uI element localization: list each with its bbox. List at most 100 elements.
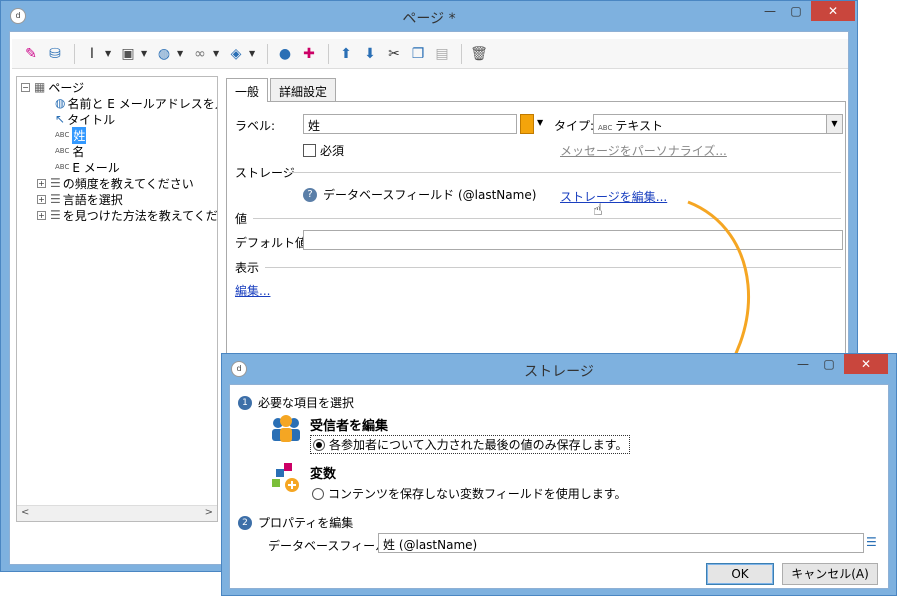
variable-icon: [270, 461, 302, 493]
maximize-button[interactable]: ▢: [783, 1, 809, 21]
step2-title: プロパティを編集: [258, 516, 354, 530]
main-titlebar: d ページ * — ▢ ✕: [1, 1, 857, 31]
tree-item[interactable]: ↖ タイトル: [55, 111, 115, 127]
expand-icon[interactable]: +: [37, 178, 46, 188]
storage-section-title: ストレージ: [235, 166, 295, 180]
add-item-icon[interactable]: ✚: [298, 43, 320, 65]
tree-item-selected[interactable]: ABC 姓: [55, 126, 87, 144]
tab-bar: 一般 詳細設定: [226, 78, 338, 102]
text-field-icon: ABC: [55, 163, 70, 171]
label-caption: ラベル:: [235, 119, 276, 133]
step-number: 2: [238, 515, 252, 530]
close-button[interactable]: ✕: [844, 354, 888, 374]
tab-advanced[interactable]: 詳細設定: [270, 78, 337, 102]
storage-field-text: データベースフィールド (@lastName): [323, 188, 537, 202]
shuffle-icon[interactable]: ✂: [383, 43, 405, 65]
display-section-title: 表示: [235, 261, 260, 275]
tab-general[interactable]: 一般: [226, 78, 269, 102]
tree-item-label: E メール: [72, 160, 120, 175]
close-button[interactable]: ✕: [811, 1, 855, 21]
tree-item-label: を見つけた方法を教えてください: [62, 208, 218, 223]
tree-item-label: 名前と E メールアドレスを入力: [67, 96, 217, 111]
edit-storage-link[interactable]: ストレージを編集...: [560, 188, 667, 205]
label-input[interactable]: 姓: [303, 114, 517, 134]
step2-header: 2 プロパティを編集: [238, 514, 353, 531]
minimize-button[interactable]: —: [757, 1, 783, 21]
tree-item[interactable]: + ☰ を見つけた方法を教えてください: [37, 207, 218, 223]
personalize-link[interactable]: メッセージをパーソナライズ...: [560, 142, 727, 159]
arrow-down-icon[interactable]: ⬇: [359, 43, 381, 65]
default-caption: デフォルト値:: [235, 236, 312, 250]
help-icon: ?: [303, 187, 317, 202]
minimize-button[interactable]: —: [790, 354, 816, 374]
chevron-down-icon[interactable]: ▼: [213, 49, 221, 58]
tree-item-label: 姓: [72, 126, 87, 144]
expand-icon[interactable]: +: [37, 194, 46, 204]
chevron-down-icon[interactable]: ▼: [249, 49, 257, 58]
toolbar-separator: [74, 43, 75, 64]
checkbox[interactable]: [303, 144, 316, 157]
horizontal-scrollbar[interactable]: < >: [17, 505, 217, 521]
window-title: ページ *: [402, 11, 456, 27]
tree-item[interactable]: + ☰ 言語を選択: [37, 191, 123, 207]
scroll-right-icon[interactable]: >: [205, 507, 213, 518]
tree-item-label: の頻度を教えてください: [62, 176, 194, 191]
page-icon: ▦: [34, 80, 46, 94]
expand-icon[interactable]: +: [37, 210, 46, 220]
dialog-body: 1 必要な項目を選択 受信者を編集 各参加者について入力された最後の値のみ保存し…: [229, 384, 889, 589]
tree-item-label: 名: [72, 144, 85, 159]
option2-radio[interactable]: コンテンツを保存しない変数フィールドを使用します。: [312, 485, 627, 502]
general-panel: ラベル: 姓 ▼ タイプ: ABC テキスト ▼ 必須 メッセージをパーソナライズ…: [226, 101, 846, 361]
personalize-icon[interactable]: [520, 114, 534, 134]
chevron-down-icon[interactable]: ▼: [105, 49, 113, 58]
collapse-icon[interactable]: −: [21, 82, 30, 92]
arrow-up-icon[interactable]: ⬆: [335, 43, 357, 65]
cancel-button[interactable]: キャンセル(A): [782, 563, 878, 585]
button-add-icon[interactable]: ▣: [117, 43, 139, 65]
tree-root[interactable]: − ▦ ページ: [21, 79, 84, 95]
maximize-button[interactable]: ▢: [816, 354, 842, 374]
ok-button[interactable]: OK: [706, 563, 774, 585]
chevron-down-icon[interactable]: ▼: [826, 115, 842, 133]
wand-icon[interactable]: ✎: [20, 43, 42, 65]
chevron-down-icon[interactable]: ▼: [177, 49, 185, 58]
radio-selected[interactable]: [313, 438, 325, 451]
list-icon: ☰: [50, 192, 61, 206]
default-value-input[interactable]: [303, 230, 843, 250]
step1-title: 必要な項目を選択: [258, 396, 355, 410]
dialog-titlebar: d ストレージ — ▢ ✕: [222, 354, 896, 384]
link-icon[interactable]: ∞: [189, 43, 211, 65]
paste-icon[interactable]: ▤: [431, 43, 453, 65]
option1-radio[interactable]: 各参加者について入力された最後の値のみ保存します。: [310, 435, 631, 454]
delete-icon[interactable]: 🗑: [468, 43, 490, 65]
field-picker-icon[interactable]: ☰: [866, 535, 880, 551]
user-icon[interactable]: ●: [274, 43, 296, 65]
required-checkbox[interactable]: 必須: [303, 142, 344, 159]
text-cursor-icon[interactable]: I: [81, 43, 103, 65]
database-icon[interactable]: ⛁: [44, 43, 66, 65]
chevron-down-icon[interactable]: ▼: [141, 49, 149, 58]
package-icon[interactable]: ◈: [225, 43, 247, 65]
tree-item[interactable]: ABC E メール: [55, 159, 120, 175]
divider: [253, 218, 841, 219]
globe-icon[interactable]: ◍: [153, 43, 175, 65]
toolbar: ✎ ⛁ I ▼ ▣ ▼ ◍ ▼ ∞ ▼ ◈ ▼ ● ✚ ⬆ ⬇ ✂ ❐ ▤ 🗑: [12, 39, 848, 69]
option1-desc: 各参加者について入力された最後の値のみ保存します。: [329, 438, 628, 452]
tree-item[interactable]: + ☰ の頻度を教えてください: [37, 175, 194, 191]
step-number: 1: [238, 395, 252, 410]
option2-desc: コンテンツを保存しない変数フィールドを使用します。: [328, 487, 627, 501]
tree-item[interactable]: ◍ 名前と E メールアドレスを入力: [55, 95, 217, 111]
display-edit-link[interactable]: 編集...: [235, 282, 270, 299]
chevron-down-icon[interactable]: ▼: [537, 118, 543, 127]
copy-icon[interactable]: ❐: [407, 43, 429, 65]
toolbar-separator: [461, 43, 462, 64]
dbfield-input[interactable]: 姓 (@lastName): [378, 533, 864, 553]
tree-item-label: タイトル: [67, 112, 116, 127]
value-section-title: 値: [235, 212, 248, 226]
type-select[interactable]: ABC テキスト ▼: [593, 114, 843, 134]
toolbar-separator: [328, 43, 329, 64]
radio-unselected[interactable]: [312, 487, 324, 500]
tree-item[interactable]: ABC 名: [55, 143, 84, 159]
text-field-icon: ABC: [55, 131, 70, 139]
scroll-left-icon[interactable]: <: [21, 507, 29, 518]
